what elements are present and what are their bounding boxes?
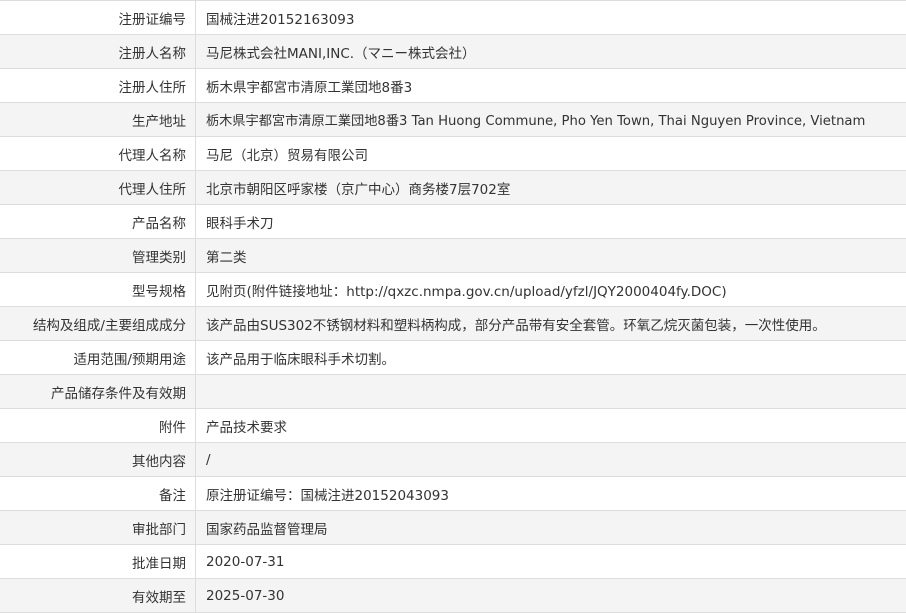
field-label: 产品名称 (0, 205, 196, 239)
row-structure-composition: 结构及组成/主要组成成分 该产品由SUS302不锈钢材料和塑料柄构成，部分产品带… (0, 307, 906, 341)
row-registration-number: 注册证编号 国械注进20152163093 (0, 1, 906, 35)
row-registrant-address: 注册人住所 栃木県宇都宮市清原工業団地8番3 (0, 69, 906, 103)
row-production-address: 生产地址 栃木県宇都宮市清原工業団地8番3 Tan Huong Commune,… (0, 103, 906, 137)
row-intended-use: 适用范围/预期用途 该产品用于临床眼科手术切割。 (0, 341, 906, 375)
field-label: 审批部门 (0, 511, 196, 545)
field-value: 眼科手术刀 (196, 205, 906, 239)
field-label: 型号规格 (0, 273, 196, 307)
field-value: 第二类 (196, 239, 906, 273)
row-storage-conditions: 产品储存条件及有效期 (0, 375, 906, 409)
field-value: 栃木県宇都宮市清原工業団地8番3 (196, 69, 906, 103)
field-value (196, 375, 906, 409)
row-attachment: 附件 产品技术要求 (0, 409, 906, 443)
field-value: 马尼株式会社MANI,INC.（マニー株式会社） (196, 35, 906, 69)
field-label: 注册人住所 (0, 69, 196, 103)
row-remarks: 备注 原注册证编号：国械注进20152043093 (0, 477, 906, 511)
registration-detail-table: 注册证编号 国械注进20152163093 注册人名称 马尼株式会社MANI,I… (0, 0, 906, 613)
row-valid-until: 有效期至 2025-07-30 (0, 579, 906, 613)
field-label: 产品储存条件及有效期 (0, 375, 196, 409)
field-value: 2025-07-30 (196, 579, 906, 613)
field-label: 代理人住所 (0, 171, 196, 205)
field-label: 适用范围/预期用途 (0, 341, 196, 375)
field-value: / (196, 443, 906, 477)
field-value: 原注册证编号：国械注进20152043093 (196, 477, 906, 511)
field-label: 其他内容 (0, 443, 196, 477)
row-product-name: 产品名称 眼科手术刀 (0, 205, 906, 239)
field-label: 有效期至 (0, 579, 196, 613)
field-value: 栃木県宇都宮市清原工業団地8番3 Tan Huong Commune, Pho … (196, 103, 906, 137)
field-label: 管理类别 (0, 239, 196, 273)
field-value: 该产品由SUS302不锈钢材料和塑料柄构成，部分产品带有安全套管。环氧乙烷灭菌包… (196, 307, 906, 341)
field-label: 注册人名称 (0, 35, 196, 69)
field-value: 2020-07-31 (196, 545, 906, 579)
field-value: 见附页(附件链接地址：http://qxzc.nmpa.gov.cn/uploa… (196, 273, 906, 307)
row-agent-name: 代理人名称 马尼（北京）贸易有限公司 (0, 137, 906, 171)
field-label: 结构及组成/主要组成成分 (0, 307, 196, 341)
field-label: 生产地址 (0, 103, 196, 137)
field-value: 国家药品监督管理局 (196, 511, 906, 545)
field-value: 北京市朝阳区呼家楼（京广中心）商务楼7层702室 (196, 171, 906, 205)
field-label: 批准日期 (0, 545, 196, 579)
field-value: 马尼（北京）贸易有限公司 (196, 137, 906, 171)
field-value: 该产品用于临床眼科手术切割。 (196, 341, 906, 375)
row-registrant-name: 注册人名称 马尼株式会社MANI,INC.（マニー株式会社） (0, 35, 906, 69)
row-model-spec: 型号规格 见附页(附件链接地址：http://qxzc.nmpa.gov.cn/… (0, 273, 906, 307)
field-label: 代理人名称 (0, 137, 196, 171)
row-approval-date: 批准日期 2020-07-31 (0, 545, 906, 579)
row-approval-department: 审批部门 国家药品监督管理局 (0, 511, 906, 545)
row-other-content: 其他内容 / (0, 443, 906, 477)
field-label: 备注 (0, 477, 196, 511)
field-value: 产品技术要求 (196, 409, 906, 443)
row-management-category: 管理类别 第二类 (0, 239, 906, 273)
row-agent-address: 代理人住所 北京市朝阳区呼家楼（京广中心）商务楼7层702室 (0, 171, 906, 205)
field-label: 注册证编号 (0, 1, 196, 35)
field-value: 国械注进20152163093 (196, 1, 906, 35)
field-label: 附件 (0, 409, 196, 443)
